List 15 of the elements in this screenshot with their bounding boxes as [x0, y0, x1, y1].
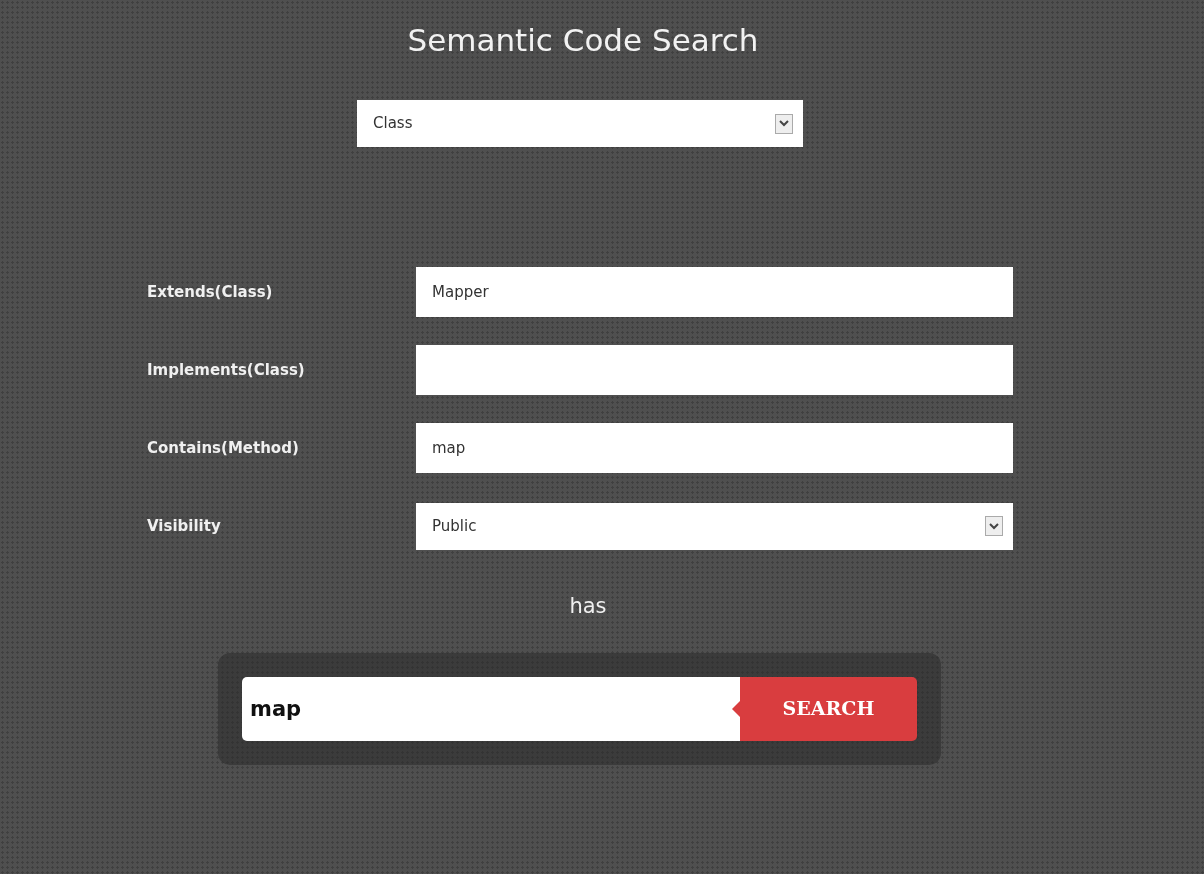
connector-text: has [568, 593, 608, 621]
input-field[interactable] [416, 345, 1013, 396]
visibility-dropdown[interactable]: Public [416, 502, 1013, 550]
input-field[interactable]: map [416, 423, 1013, 474]
type-dropdown[interactable]: Class [357, 100, 803, 148]
field-label: Implements(Class) [147, 359, 306, 381]
field-label: Visibility [147, 515, 222, 537]
search-field[interactable]: map [242, 676, 732, 741]
input-field[interactable]: Mapper [416, 267, 1013, 318]
page-title: Semantic Code Search [406, 21, 760, 60]
field-label: Extends(Class) [147, 281, 274, 303]
search-button[interactable]: SEARCH [732, 676, 917, 741]
chevron-down-icon [775, 113, 793, 134]
field-label: Contains(Method) [147, 437, 300, 459]
chevron-down-icon [985, 516, 1003, 537]
